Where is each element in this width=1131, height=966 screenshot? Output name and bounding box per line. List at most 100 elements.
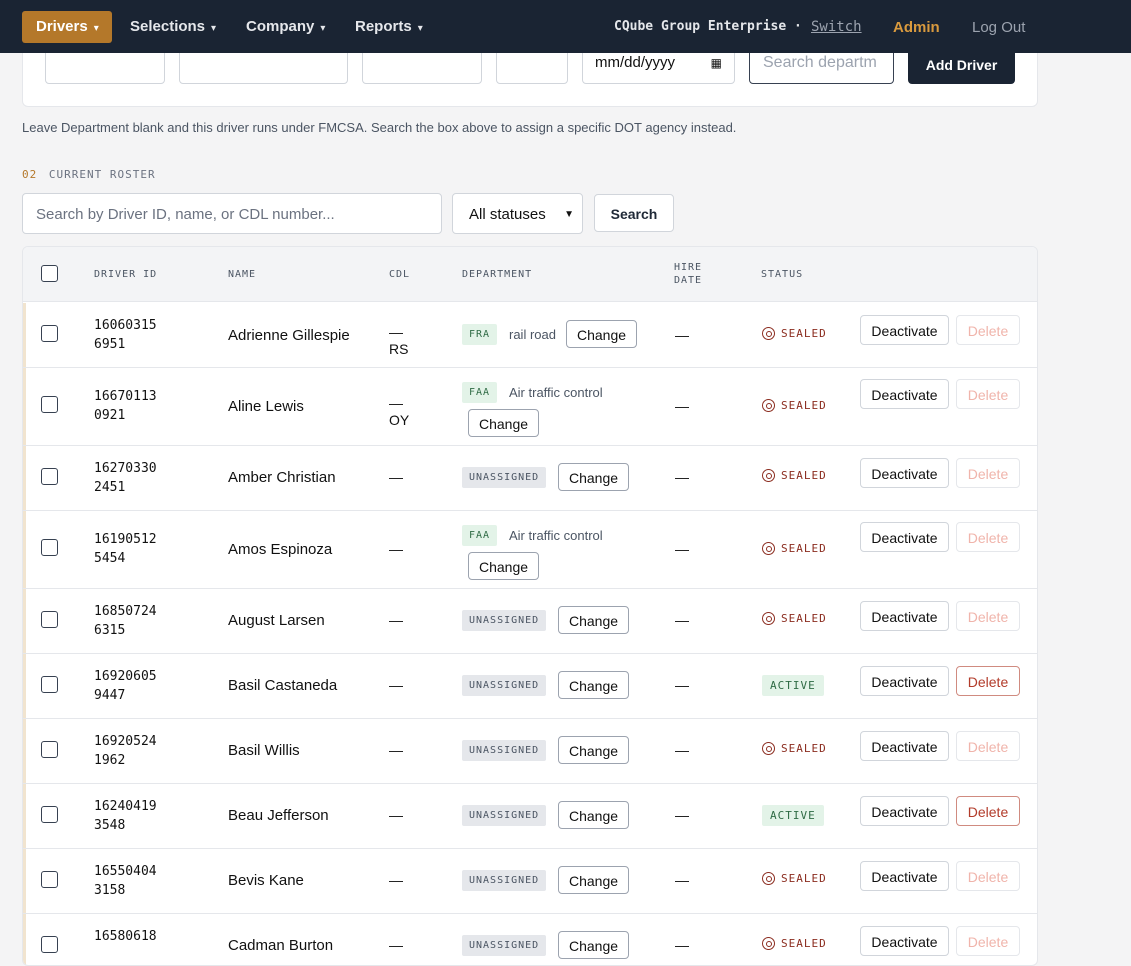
hire-date-cell: —: [675, 612, 689, 628]
logout-link[interactable]: Log Out: [972, 19, 1025, 36]
department-unassigned-badge: UNASSIGNED: [462, 467, 547, 488]
table-row: 16670113 0921 Aline Lewis — OY FAA Air t…: [23, 368, 1037, 446]
driver-id-cell[interactable]: 16920524 1962: [94, 732, 184, 770]
driver-id-cell[interactable]: 16270330 2451: [94, 459, 184, 497]
deactivate-button[interactable]: Deactivate: [860, 522, 949, 552]
nav-reports-label: Reports: [355, 18, 412, 35]
section-title: CURRENT ROSTER: [48, 168, 156, 181]
nav-drivers-menu[interactable]: Drivers ▾: [22, 11, 112, 43]
delete-button[interactable]: Delete: [956, 315, 1020, 345]
driver-id-cell[interactable]: 16190512 5454: [94, 530, 184, 568]
deactivate-button[interactable]: Deactivate: [860, 926, 949, 956]
driver-id-cell[interactable]: 16550404 3158: [94, 862, 184, 900]
delete-button[interactable]: Delete: [956, 861, 1020, 891]
department-helper-text: Leave Department blank and this driver r…: [22, 120, 737, 135]
search-button[interactable]: Search: [594, 194, 674, 232]
row-accent: [23, 511, 26, 588]
change-department-button[interactable]: Change: [558, 671, 629, 699]
department-unassigned-badge: UNASSIGNED: [462, 610, 547, 631]
delete-button[interactable]: Delete: [956, 458, 1020, 488]
cdl-cell: —: [389, 677, 403, 693]
department-unassigned-badge: UNASSIGNED: [462, 740, 547, 761]
change-department-button[interactable]: Change: [558, 606, 629, 634]
change-department-button[interactable]: Change: [558, 736, 629, 764]
hire-date-cell: —: [675, 398, 689, 414]
driver-id-part2: 9447: [94, 688, 126, 703]
department-name: Air traffic control: [509, 528, 603, 543]
deactivate-button[interactable]: Deactivate: [860, 731, 949, 761]
driver-id-cell[interactable]: 16060315 6951: [94, 316, 184, 354]
nav-company-menu[interactable]: Company ▾: [246, 11, 325, 43]
column-header-name[interactable]: NAME: [228, 268, 256, 281]
hire-date-cell: —: [675, 872, 689, 888]
nav-reports-menu[interactable]: Reports ▾: [355, 11, 423, 43]
row-select-checkbox[interactable]: [41, 539, 58, 556]
section-heading-current-roster: 02 CURRENT ROSTER: [22, 168, 156, 181]
row-select-checkbox[interactable]: [41, 611, 58, 628]
status-badge: ACTIVE: [762, 675, 824, 696]
hire-date-header-line2: DATE: [674, 275, 703, 286]
row-select-checkbox[interactable]: [41, 676, 58, 693]
delete-button[interactable]: Delete: [956, 666, 1020, 696]
change-department-button[interactable]: Change: [558, 463, 629, 491]
status-filter-select[interactable]: All statuses ▼: [452, 193, 583, 234]
driver-id-part2: 3158: [94, 883, 126, 898]
column-header-cdl[interactable]: CDL: [389, 268, 410, 281]
change-department-button[interactable]: Change: [558, 931, 629, 959]
change-department-button[interactable]: Change: [468, 552, 539, 580]
row-accent: [23, 368, 26, 445]
driver-id-cell[interactable]: 16670113 0921: [94, 387, 184, 425]
change-department-button[interactable]: Change: [558, 866, 629, 894]
delete-button[interactable]: Delete: [956, 926, 1020, 956]
row-accent: [23, 654, 26, 718]
switch-company-link[interactable]: Switch: [811, 19, 862, 35]
driver-id-part2: 5454: [94, 551, 126, 566]
driver-name-cell: Cadman Burton: [228, 937, 334, 954]
delete-button[interactable]: Delete: [956, 731, 1020, 761]
change-department-button[interactable]: Change: [558, 801, 629, 829]
change-department-button[interactable]: Change: [468, 409, 539, 437]
admin-link[interactable]: Admin: [893, 19, 940, 36]
deactivate-button[interactable]: Deactivate: [860, 796, 949, 826]
column-header-driver-id[interactable]: DRIVER ID: [94, 268, 157, 281]
change-department-button[interactable]: Change: [566, 320, 637, 348]
roster-search-input[interactable]: Search by Driver ID, name, or CDL number…: [22, 193, 442, 234]
driver-id-cell[interactable]: 16580618: [94, 927, 184, 946]
status-badge: SEALED: [762, 399, 827, 412]
row-select-checkbox[interactable]: [41, 468, 58, 485]
deactivate-button[interactable]: Deactivate: [860, 458, 949, 488]
column-header-department[interactable]: DEPARTMENT: [462, 268, 532, 281]
driver-id-part1: 16190512: [94, 532, 157, 547]
deactivate-button[interactable]: Deactivate: [860, 315, 949, 345]
cdl-state: OY: [389, 412, 410, 428]
delete-button[interactable]: Delete: [956, 601, 1020, 631]
delete-button[interactable]: Delete: [956, 522, 1020, 552]
deactivate-button[interactable]: Deactivate: [860, 861, 949, 891]
row-select-checkbox[interactable]: [41, 396, 58, 413]
status-badge: SEALED: [762, 872, 827, 885]
nav-selections-menu[interactable]: Selections ▾: [130, 11, 216, 43]
status-badge: ACTIVE: [762, 805, 824, 826]
driver-id-cell[interactable]: 16920605 9447: [94, 667, 184, 705]
delete-button[interactable]: Delete: [956, 379, 1020, 409]
select-all-checkbox[interactable]: [41, 265, 58, 282]
row-select-checkbox[interactable]: [41, 325, 58, 342]
column-header-hire-date[interactable]: HIRE DATE: [674, 261, 702, 287]
table-row: 16190512 5454 Amos Espinoza — FAA Air tr…: [23, 511, 1037, 589]
row-select-checkbox[interactable]: [41, 741, 58, 758]
driver-id-part2: 1962: [94, 753, 126, 768]
driver-id-cell[interactable]: 16240419 3548: [94, 797, 184, 835]
deactivate-button[interactable]: Deactivate: [860, 601, 949, 631]
driver-name-cell: Adrienne Gillespie: [228, 327, 350, 344]
deactivate-button[interactable]: Deactivate: [860, 379, 949, 409]
status-badge: SEALED: [762, 542, 827, 555]
seal-icon: [762, 742, 775, 755]
deactivate-button[interactable]: Deactivate: [860, 666, 949, 696]
cdl-cell: —: [389, 807, 403, 823]
delete-button[interactable]: Delete: [956, 796, 1020, 826]
driver-id-cell[interactable]: 16850724 6315: [94, 602, 184, 640]
column-header-status[interactable]: STATUS: [761, 268, 803, 281]
row-select-checkbox[interactable]: [41, 806, 58, 823]
cdl-cell: —: [389, 937, 403, 953]
row-select-checkbox[interactable]: [41, 871, 58, 888]
